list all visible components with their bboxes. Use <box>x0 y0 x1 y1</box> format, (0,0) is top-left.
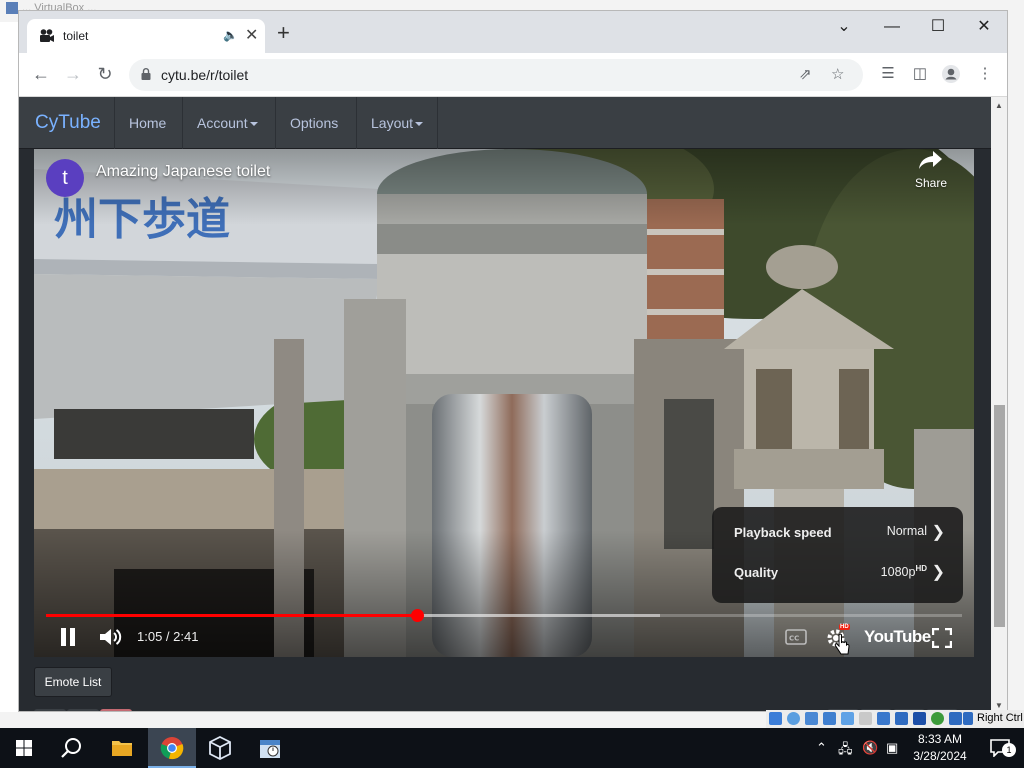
menu-quality[interactable]: Quality 1080pHD ❯ <box>712 553 963 593</box>
tab-search-chevron-down-icon[interactable]: ⌄ <box>821 15 867 39</box>
notification-count-badge: 1 <box>1002 743 1016 757</box>
start-button[interactable] <box>0 728 48 768</box>
nav-options[interactable]: Options <box>275 97 352 149</box>
maximize-icon[interactable]: ☐ <box>915 15 961 39</box>
fullscreen-icon[interactable] <box>932 628 952 648</box>
list-icon[interactable] <box>67 709 99 711</box>
windows-taskbar: ⌃ 🖧 🔇 ▣ 8:33 AM 3/28/2024 1 <box>0 728 1024 768</box>
media-queue-icon[interactable]: ☰ <box>878 64 898 82</box>
progress-bar[interactable] <box>46 609 962 622</box>
time-display: 1:05 / 2:41 <box>137 629 199 644</box>
pause-icon[interactable] <box>60 628 76 646</box>
bookmark-star-icon[interactable]: ☆ <box>831 65 844 83</box>
share-arrow-icon <box>919 151 942 169</box>
guest-additions-icon[interactable] <box>931 712 944 725</box>
cube-app-icon[interactable] <box>196 728 244 768</box>
chrome-menu-icon[interactable]: ⋮ <box>975 64 995 82</box>
keyboard-icon[interactable] <box>963 712 973 725</box>
host-key-label: Right Ctrl <box>977 712 1023 724</box>
cpu-icon[interactable] <box>913 712 926 725</box>
shared-folder-icon[interactable] <box>859 712 872 725</box>
browser-window: toilet 🔈 ✕ + ⌄ — ☐ ✕ ← → ↻ cytu.be/r/toi… <box>18 10 1008 712</box>
tab-close-icon[interactable]: ✕ <box>245 25 258 45</box>
display-icon[interactable] <box>877 712 890 725</box>
usb-icon[interactable] <box>841 712 854 725</box>
tab-title: toilet <box>63 29 89 43</box>
network-icon[interactable]: 🖧 <box>838 740 853 762</box>
caret-down-icon <box>415 122 424 127</box>
nav-home[interactable]: Home <box>114 97 180 149</box>
channel-avatar[interactable]: t <box>46 159 84 197</box>
new-tab-button[interactable]: + <box>277 22 290 44</box>
scroll-up-icon[interactable]: ▲ <box>995 101 1003 110</box>
site-brand[interactable]: CyTube <box>35 112 101 134</box>
tab-strip: toilet 🔈 ✕ + ⌄ — ☐ ✕ <box>19 11 1007 53</box>
tab-toilet[interactable]: toilet 🔈 ✕ <box>27 19 265 53</box>
caret-down-icon <box>249 122 258 127</box>
search-icon[interactable] <box>48 728 96 768</box>
network-icon[interactable] <box>823 712 836 725</box>
mouse-pointer-icon <box>834 634 850 655</box>
task-scheduler-icon[interactable] <box>246 728 294 768</box>
recording-icon[interactable] <box>895 712 908 725</box>
hard-disk-icon[interactable] <box>769 712 782 725</box>
optical-drive-icon[interactable] <box>787 712 800 725</box>
youtube-player[interactable]: 州下歩道 <box>34 149 974 657</box>
search-icon[interactable] <box>34 709 66 711</box>
virtualbox-icon <box>6 2 18 15</box>
vpn-icon[interactable]: ▣ <box>886 740 898 756</box>
window-close-icon[interactable]: ✕ <box>961 15 1007 39</box>
chevron-right-icon: ❯ <box>931 564 945 581</box>
scrollbar-thumb[interactable] <box>994 405 1005 627</box>
youtube-settings-menu: Playback speed Normal ❯ Quality 1080pHD … <box>712 507 963 603</box>
volume-muted-icon[interactable]: 🔇 <box>862 740 878 756</box>
profile-avatar-icon[interactable] <box>941 64 961 88</box>
notifications-icon[interactable]: 1 <box>976 728 1024 768</box>
scroll-down-icon[interactable]: ▼ <box>995 701 1003 710</box>
windows-logo-icon <box>16 740 32 756</box>
cytube-page: CyTube Home Account Options Layout t Ama… <box>19 97 991 711</box>
player-controls: 1:05 / 2:41 CC HD YouTube <box>34 619 974 657</box>
minimize-icon[interactable]: — <box>869 15 915 39</box>
lock-icon[interactable] <box>100 709 132 711</box>
mouse-integration-icon[interactable] <box>949 712 962 725</box>
video-title[interactable]: Amazing Japanese toilet <box>96 163 270 181</box>
forward-arrow-icon[interactable]: → <box>61 63 85 85</box>
menu-playback-speed[interactable]: Playback speed Normal ❯ <box>712 513 963 553</box>
share-page-icon[interactable]: ⇗ <box>799 65 812 83</box>
chevron-right-icon: ❯ <box>931 524 945 541</box>
url-text: cytu.be/r/toilet <box>161 67 249 83</box>
reload-icon[interactable]: ↻ <box>93 63 117 85</box>
hd-badge: HD <box>839 624 850 630</box>
chrome-taskbar-icon[interactable] <box>148 728 196 768</box>
clock-date[interactable]: 3/28/2024 <box>908 749 972 763</box>
nav-account[interactable]: Account <box>182 97 272 149</box>
browser-toolbar: ← → ↻ cytu.be/r/toilet ⇗ ☆ ☰ ◫ ⋮ <box>19 53 1007 97</box>
nav-layout[interactable]: Layout <box>356 97 439 149</box>
site-navbar: CyTube Home Account Options Layout <box>19 97 991 149</box>
camera-icon <box>40 29 54 42</box>
page-scrollbar[interactable]: ▲ ▼ <box>991 97 1007 711</box>
audio-icon[interactable] <box>805 712 818 725</box>
progress-played <box>46 614 417 617</box>
virtualbox-status-bar: Right Ctrl <box>766 710 1024 728</box>
emote-list-button[interactable]: Emote List <box>34 667 112 697</box>
lock-icon <box>141 68 151 80</box>
svg-text:CC: CC <box>789 635 799 643</box>
youtube-logo[interactable]: YouTube <box>864 627 931 647</box>
volume-icon[interactable] <box>99 627 123 647</box>
back-arrow-icon[interactable]: ← <box>29 63 53 85</box>
share-button[interactable]: Share <box>910 149 952 190</box>
address-bar[interactable]: cytu.be/r/toilet ⇗ ☆ <box>129 59 863 91</box>
file-explorer-icon[interactable] <box>98 728 146 768</box>
captions-icon[interactable]: CC <box>785 629 807 645</box>
side-panel-icon[interactable]: ◫ <box>910 64 930 82</box>
tab-audio-icon[interactable]: 🔈 <box>223 28 238 42</box>
clock-time[interactable]: 8:33 AM <box>908 732 972 746</box>
show-hidden-icons-chevron-icon[interactable]: ⌃ <box>816 740 827 756</box>
